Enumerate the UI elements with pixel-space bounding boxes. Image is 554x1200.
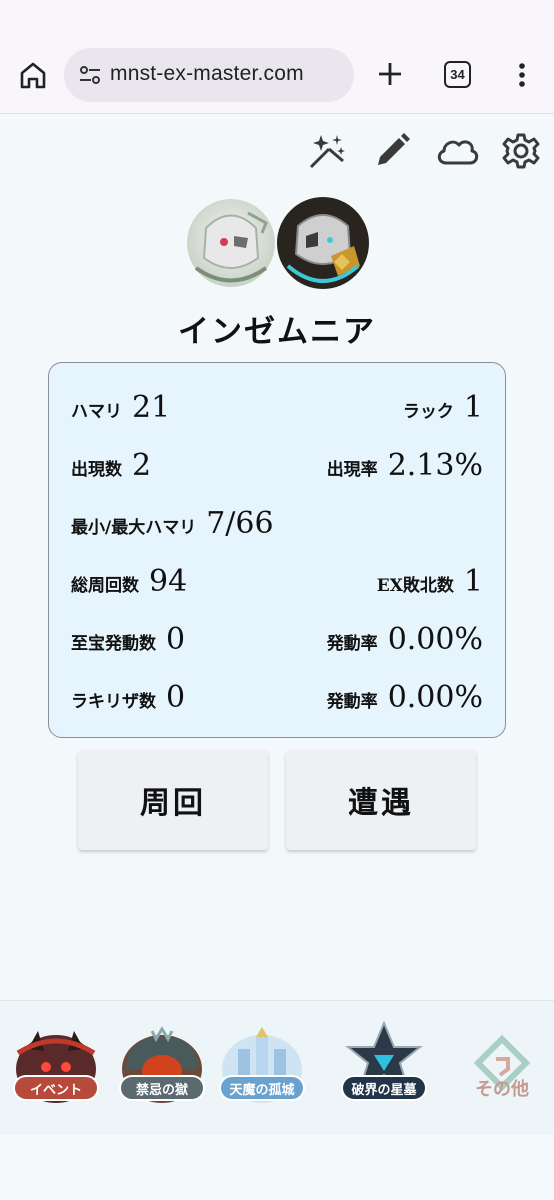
forbidden-icon [122, 1026, 202, 1103]
nav-item-grave[interactable]: 破界の星墓 [334, 1019, 434, 1119]
stat-luck-value: 1 [463, 390, 483, 425]
stat-lakiriza: ラキリザ数 0 [71, 680, 185, 715]
stat-minmax-label: 最小/最大ハマリ [71, 518, 197, 538]
new-tab-icon[interactable] [374, 58, 406, 90]
stat-total-runs-label: 総周回数 [71, 576, 139, 596]
stat-ex-defeat-label: EX敗北数 [376, 576, 454, 596]
stat-lakiriza-label: ラキリザ数 [71, 692, 156, 712]
stat-hamari-label: ハマリ [71, 402, 122, 422]
stat-treasure-rate-label: 発動率 [326, 634, 378, 654]
stat-minmax: 最小/最大ハマリ 7/66 [71, 506, 274, 541]
nav-item-other[interactable]: その他 [454, 1019, 550, 1119]
stat-lakiriza-rate: 発動率 0.00% [327, 680, 483, 715]
stat-treasure-value: 0 [166, 622, 186, 657]
stat-luck: ラック 1 [403, 390, 483, 425]
nav-item-castle-label: 天魔の孤城 [219, 1075, 305, 1101]
gear-icon[interactable] [501, 131, 541, 171]
encounter-button[interactable]: 遭遇 [286, 750, 476, 850]
stat-ex-defeat: EX敗北数 1 [377, 564, 483, 599]
url-text[interactable]: mnst-ex-master.com [110, 62, 304, 86]
home-icon[interactable] [16, 58, 50, 92]
stat-lakiriza-rate-label: 発動率 [326, 692, 378, 712]
stat-minmax-value: 7/66 [206, 506, 274, 541]
nav-item-event[interactable]: イベント [6, 1019, 106, 1119]
stat-hamari-value: 21 [132, 390, 171, 425]
stat-appear-rate: 出現率 2.13% [327, 448, 483, 483]
stat-total-runs: 総周回数 94 [71, 564, 187, 599]
nav-item-forbidden[interactable]: 禁忌の獄 [112, 1019, 212, 1119]
stat-appear-count-label: 出現数 [71, 460, 122, 480]
stat-lakiriza-rate-value: 0.00% [387, 680, 483, 715]
stat-appear-rate-label: 出現率 [326, 460, 378, 480]
nav-item-castle[interactable]: 天魔の孤城 [212, 1019, 312, 1119]
nav-item-event-label: イベント [13, 1075, 99, 1101]
stat-luck-label: ラック [402, 402, 454, 422]
stat-hamari: ハマリ 21 [71, 390, 170, 425]
browser-toolbar: mnst-ex-master.com 34 [0, 0, 554, 114]
address-bar[interactable]: mnst-ex-master.com [64, 48, 354, 102]
sparkle-icon[interactable] [307, 131, 347, 171]
site-settings-icon[interactable] [78, 63, 102, 87]
stats-card: ハマリ 21 ラック 1 出現数 2 出現率 2.13% 最小/最大ハマリ 7/… [48, 362, 506, 738]
stat-treasure: 至宝発動数 0 [71, 622, 185, 657]
character-icon-normal[interactable] [186, 198, 276, 288]
nav-item-forbidden-label: 禁忌の獄 [119, 1075, 205, 1101]
tab-switcher-button[interactable]: 34 [444, 61, 471, 88]
bottom-nav: イベント 禁忌の獄 天魔の孤城 破界の星墓 その他 [0, 1000, 554, 1135]
system-gesture-bar [0, 1135, 554, 1200]
stat-ex-defeat-value: 1 [463, 564, 483, 599]
cloud-icon[interactable] [434, 131, 480, 171]
star-grave-icon [345, 1020, 423, 1092]
character-name: インゼムニア [178, 314, 376, 350]
castle-icon [222, 1027, 302, 1103]
stat-appear-count: 出現数 2 [71, 448, 151, 483]
character-icon-evolved[interactable] [276, 196, 370, 290]
stat-lakiriza-value: 0 [166, 680, 186, 715]
stat-total-runs-value: 94 [149, 564, 188, 599]
stat-appear-rate-value: 2.13% [387, 448, 483, 483]
stat-treasure-label: 至宝発動数 [71, 634, 156, 654]
stat-treasure-rate-value: 0.00% [387, 622, 483, 657]
nav-item-other-label: その他 [475, 1079, 529, 1100]
event-icon [16, 1031, 96, 1103]
other-icon [473, 1034, 531, 1092]
run-button[interactable]: 周回 [78, 750, 268, 850]
nav-item-grave-label: 破界の星墓 [341, 1075, 427, 1101]
more-menu-icon[interactable] [510, 60, 534, 90]
stat-treasure-rate: 発動率 0.00% [327, 622, 483, 657]
stat-appear-count-value: 2 [132, 448, 152, 483]
pencil-icon[interactable] [372, 131, 412, 171]
